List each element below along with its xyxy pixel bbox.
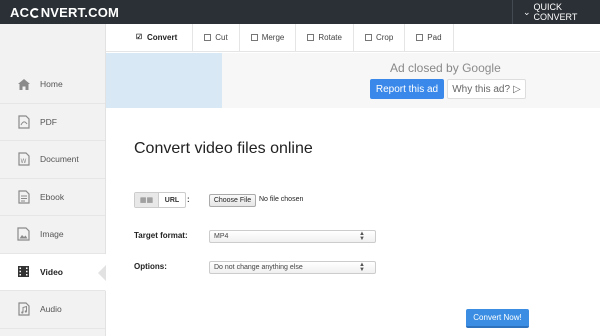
checkbox-checked-icon: ☑ — [135, 34, 143, 41]
url-source-toggle[interactable]: URL — [159, 193, 185, 207]
checkbox-icon — [307, 34, 315, 41]
tab-crop[interactable]: Crop — [354, 24, 404, 52]
upload-source-icon[interactable]: ▦▦ — [135, 193, 159, 207]
svg-text:W: W — [20, 158, 26, 165]
play-triangle-icon: ▷ — [513, 83, 521, 95]
tab-label: Convert — [147, 33, 178, 42]
why-this-ad-button[interactable]: Why this ad? ▷ — [447, 79, 526, 99]
sidebar: Home PDF W Document Ebook Image Video Au… — [0, 24, 106, 336]
ad-closed-text: Ad closed by Google — [390, 61, 501, 75]
tab-merge[interactable]: Merge — [240, 24, 296, 52]
pdf-icon — [16, 114, 31, 129]
google-wordmark: Google — [462, 61, 501, 75]
convert-now-button[interactable]: Convert Now! — [466, 309, 529, 328]
checkbox-icon — [250, 34, 258, 41]
tab-rotate[interactable]: Rotate — [296, 24, 353, 52]
sidebar-item-label: Audio — [40, 304, 62, 315]
sidebar-item-audio[interactable]: Audio — [0, 291, 105, 329]
tool-tabs: ☑ Convert Cut Merge Rotate Crop Pad — [106, 23, 600, 52]
sidebar-item-label: Document — [40, 154, 79, 165]
tab-pad[interactable]: Pad — [405, 24, 452, 52]
choose-file-button[interactable]: Choose File — [209, 194, 256, 207]
ad-blue-panel — [106, 53, 222, 108]
document-icon: W — [16, 152, 31, 167]
ebook-icon — [16, 189, 31, 204]
quick-convert-label: QUICK CONVERT — [533, 2, 578, 22]
tab-convert[interactable]: ☑ Convert — [124, 23, 194, 52]
video-icon — [16, 264, 31, 279]
source-switch[interactable]: ▦▦ URL — [134, 192, 186, 208]
report-ad-button[interactable]: Report this ad — [370, 79, 444, 99]
sidebar-item-ebook[interactable]: Ebook — [0, 179, 105, 216]
select-arrows-icon: ▲ ▼ — [359, 262, 365, 273]
tab-label: Cut — [215, 33, 228, 42]
quick-convert-button[interactable]: ⌄ QUICK CONVERT — [512, 0, 600, 24]
no-file-status: No file chosen — [259, 196, 304, 203]
chevron-down-icon: ⌄ — [523, 6, 531, 17]
sidebar-item-image[interactable]: Image — [0, 216, 105, 254]
sidebar-item-pdf[interactable]: PDF — [0, 104, 105, 141]
tab-label: Pad — [427, 33, 442, 42]
tab-label: Rotate — [318, 33, 342, 42]
ad-banner: Ad closed by Google Report this ad Why t… — [106, 53, 600, 108]
options-select[interactable]: Do not change anything else ▲ ▼ — [209, 261, 376, 274]
top-bar: AC NVERT.COM ⌄ QUICK CONVERT — [0, 0, 600, 24]
checkbox-icon — [416, 34, 424, 41]
sidebar-item-document[interactable]: W Document — [0, 141, 105, 179]
home-icon — [16, 77, 31, 92]
select-arrows-icon: ▲ ▼ — [359, 231, 365, 242]
sidebar-item-label: Image — [40, 229, 64, 240]
sidebar-item-label: Video — [40, 266, 63, 277]
checkbox-icon — [204, 34, 212, 41]
sidebar-item-label: Ebook — [40, 191, 65, 202]
tab-label: Merge — [261, 33, 285, 42]
site-logo[interactable]: AC NVERT.COM — [10, 5, 119, 20]
tab-cut[interactable]: Cut — [193, 24, 238, 52]
sidebar-item-label: Home — [40, 79, 63, 90]
page-title: Convert video files online — [134, 140, 313, 157]
target-format-label: Target format: — [134, 231, 188, 240]
checkbox-icon — [364, 34, 372, 41]
tab-label: Crop — [375, 33, 394, 42]
audio-icon — [16, 302, 31, 317]
options-value: Do not change anything else — [214, 264, 303, 271]
image-icon — [16, 227, 31, 242]
source-colon: : — [187, 195, 190, 204]
target-format-value: MP4 — [214, 233, 229, 240]
target-format-select[interactable]: MP4 ▲ ▼ — [209, 230, 376, 243]
options-label: Options: — [134, 262, 167, 271]
sidebar-item-label: PDF — [40, 116, 57, 127]
sidebar-item-home[interactable]: Home — [0, 66, 105, 104]
sidebar-item-video[interactable]: Video — [0, 253, 106, 291]
